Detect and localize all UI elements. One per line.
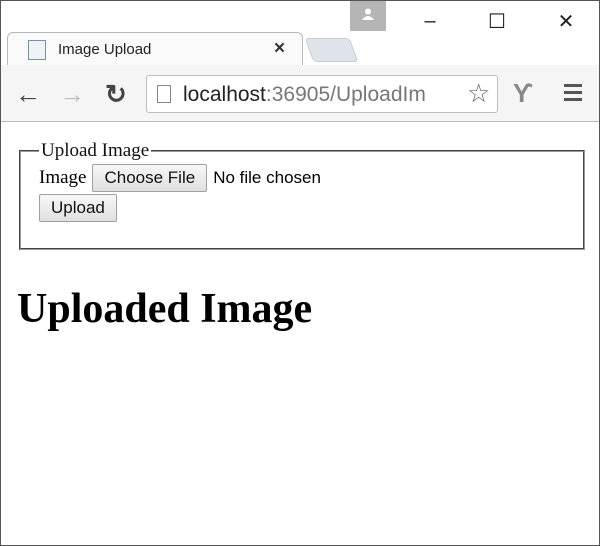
url-path: :36905/UploadIm [265, 83, 426, 106]
close-window-button[interactable]: ✕ [546, 7, 586, 35]
maximize-button[interactable]: ☐ [477, 7, 517, 35]
url-text[interactable]: localhost:36905/UploadIm [183, 83, 466, 107]
fieldset-legend: Upload Image [41, 140, 150, 161]
tab-close-icon[interactable]: × [274, 38, 285, 60]
menu-icon[interactable] [564, 84, 582, 105]
choose-file-button[interactable]: Choose File [92, 164, 208, 192]
url-host: localhost [183, 83, 266, 106]
image-label: Image [39, 167, 87, 188]
page-icon [157, 85, 171, 103]
bookmark-star-icon[interactable]: ☆ [467, 78, 490, 109]
file-status: No file chosen [213, 168, 321, 187]
browser-toolbar: ← → ↻ localhost:36905/UploadIm ☆ ϒ [1, 65, 599, 122]
back-arrow-icon[interactable]: ← [15, 79, 41, 110]
new-tab-button[interactable] [304, 38, 359, 62]
page-favicon-icon [28, 40, 46, 60]
upload-fieldset: Upload Image Image Choose File No file c… [19, 140, 585, 250]
upload-button[interactable]: Upload [39, 194, 117, 222]
forward-arrow-icon[interactable]: → [59, 79, 85, 110]
tab-image-upload[interactable]: Image Upload × [7, 32, 303, 66]
reload-icon[interactable]: ↻ [105, 79, 127, 110]
profile-button[interactable] [350, 1, 386, 31]
browser-window: – ☐ ✕ Image Upload × ← → ↻ localhost:369… [0, 0, 600, 546]
address-bar[interactable]: localhost:36905/UploadIm ☆ [146, 75, 498, 113]
title-bar: – ☐ ✕ Image Upload × [1, 1, 599, 66]
user-icon [362, 8, 374, 20]
tab-title: Image Upload [58, 41, 152, 58]
extension-icon[interactable]: ϒ [513, 78, 533, 109]
page-heading: Uploaded Image [17, 286, 313, 332]
minimize-button[interactable]: – [410, 7, 450, 35]
